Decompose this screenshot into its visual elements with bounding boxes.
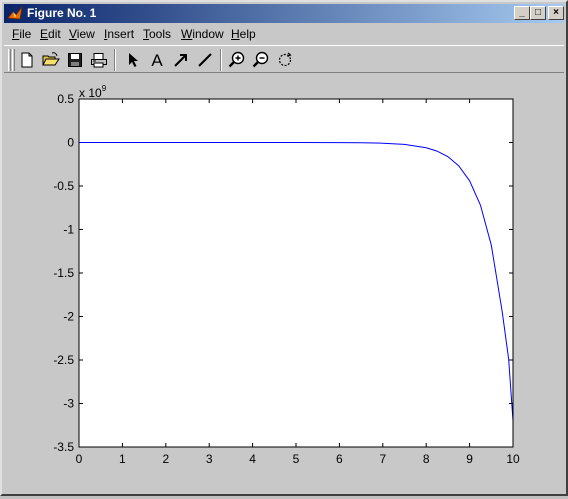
y-tick-label: -1 [63, 223, 74, 237]
toolbar-grip[interactable] [12, 49, 15, 71]
menu-edit[interactable]: Edit [40, 27, 61, 41]
rotate-3d-icon [278, 52, 292, 67]
menu-tools-label: ools [149, 27, 172, 41]
insert-arrow-icon [174, 54, 187, 67]
menu-file-label: ile [19, 27, 32, 41]
menu-window-accelerator: W [181, 27, 193, 41]
minimize-button[interactable]: _ [514, 6, 530, 20]
menu-help-accelerator: H [231, 27, 240, 41]
x-tick-label: 4 [249, 452, 256, 466]
menu-view-accelerator: V [69, 27, 77, 41]
toolbar: A [4, 45, 564, 73]
menu-tools[interactable]: Tools [143, 27, 171, 41]
y-tick-label: -1.5 [53, 266, 74, 280]
select-arrow-icon [129, 53, 138, 67]
x-tick-label: 7 [379, 452, 386, 466]
menu-insert[interactable]: Insert [104, 27, 134, 41]
print-icon [91, 53, 107, 68]
menu-help[interactable]: Help [231, 27, 256, 41]
select-tool-button[interactable] [122, 49, 144, 71]
x-tick-label: 8 [423, 452, 430, 466]
x-tick-label: 0 [76, 452, 83, 466]
menu-help-label: elp [239, 27, 256, 41]
rotate-3d-button[interactable] [274, 49, 296, 71]
window-title: Figure No. 1 [27, 6, 97, 20]
open-file-button[interactable] [40, 49, 62, 71]
y-tick-label: -3.5 [53, 440, 74, 454]
matlab-logo-icon [7, 6, 23, 20]
text-tool-button[interactable]: A [146, 49, 168, 71]
y-exponent-label: x 109 [79, 84, 107, 100]
menu-view-label: iew [76, 27, 95, 41]
menu-window-label: indow [192, 27, 224, 41]
y-tick-label: 0 [67, 136, 74, 150]
new-file-button[interactable] [16, 49, 38, 71]
y-tick-label: -2 [63, 310, 74, 324]
toolbar-separator [114, 49, 116, 71]
y-tick-label: 0.5 [57, 92, 74, 106]
plot-svg[interactable]: 0 1 2 3 4 5 6 7 8 9 10 0.5 0 -0.5 -1 -1.5 -2 -2.5 -3 -3.5 x… [4, 74, 564, 494]
x-tick-label: 3 [206, 452, 213, 466]
maximize-button[interactable]: □ [530, 6, 546, 20]
menu-view[interactable]: View [69, 27, 95, 41]
open-folder-icon [42, 52, 60, 66]
zoom-in-icon [228, 51, 245, 68]
y-tick-label: -3 [63, 397, 74, 411]
menu-insert-label: nsert [107, 27, 135, 41]
toolbar-separator [220, 49, 222, 71]
x-tick-label: 10 [506, 452, 520, 466]
zoom-in-button[interactable] [226, 49, 248, 71]
menu-file[interactable]: File [12, 27, 31, 41]
y-tick-label: -2.5 [53, 353, 74, 367]
new-file-icon [21, 52, 33, 68]
menu-bar: File Edit View Insert Tools Window Help [4, 24, 564, 44]
toolbar-grip[interactable] [8, 49, 11, 71]
arrow-tool-button[interactable] [170, 49, 192, 71]
x-tick-label: 2 [162, 452, 169, 466]
insert-text-icon: A [151, 50, 163, 70]
zoom-out-button[interactable] [250, 49, 272, 71]
print-button[interactable] [88, 49, 110, 71]
menu-edit-accelerator: E [40, 27, 49, 41]
title-bar[interactable]: Figure No. 1 _ □ × [4, 4, 564, 23]
figure-window: Figure No. 1 _ □ × File Edit View Insert… [0, 0, 568, 496]
insert-line-icon [198, 53, 212, 67]
x-tick-label: 5 [293, 452, 300, 466]
zoom-out-icon [252, 51, 269, 68]
menu-edit-label: dit [48, 27, 61, 41]
x-tick-label: 6 [336, 452, 343, 466]
save-disk-icon [68, 53, 82, 67]
close-button[interactable]: × [548, 6, 564, 20]
save-button[interactable] [64, 49, 86, 71]
axes-background[interactable] [79, 99, 513, 447]
x-tick-label: 1 [119, 452, 126, 466]
y-exponent-base: x 10 [79, 86, 102, 100]
x-tick-label: 9 [466, 452, 473, 466]
y-tick-label: -0.5 [53, 179, 74, 193]
menu-window[interactable]: Window [181, 27, 224, 41]
figure-canvas: 0 1 2 3 4 5 6 7 8 9 10 0.5 0 -0.5 -1 -1.5 -2 -2.5 -3 -3.5 x… [4, 74, 564, 494]
line-tool-button[interactable] [194, 49, 216, 71]
y-exponent-power: 9 [102, 84, 107, 93]
